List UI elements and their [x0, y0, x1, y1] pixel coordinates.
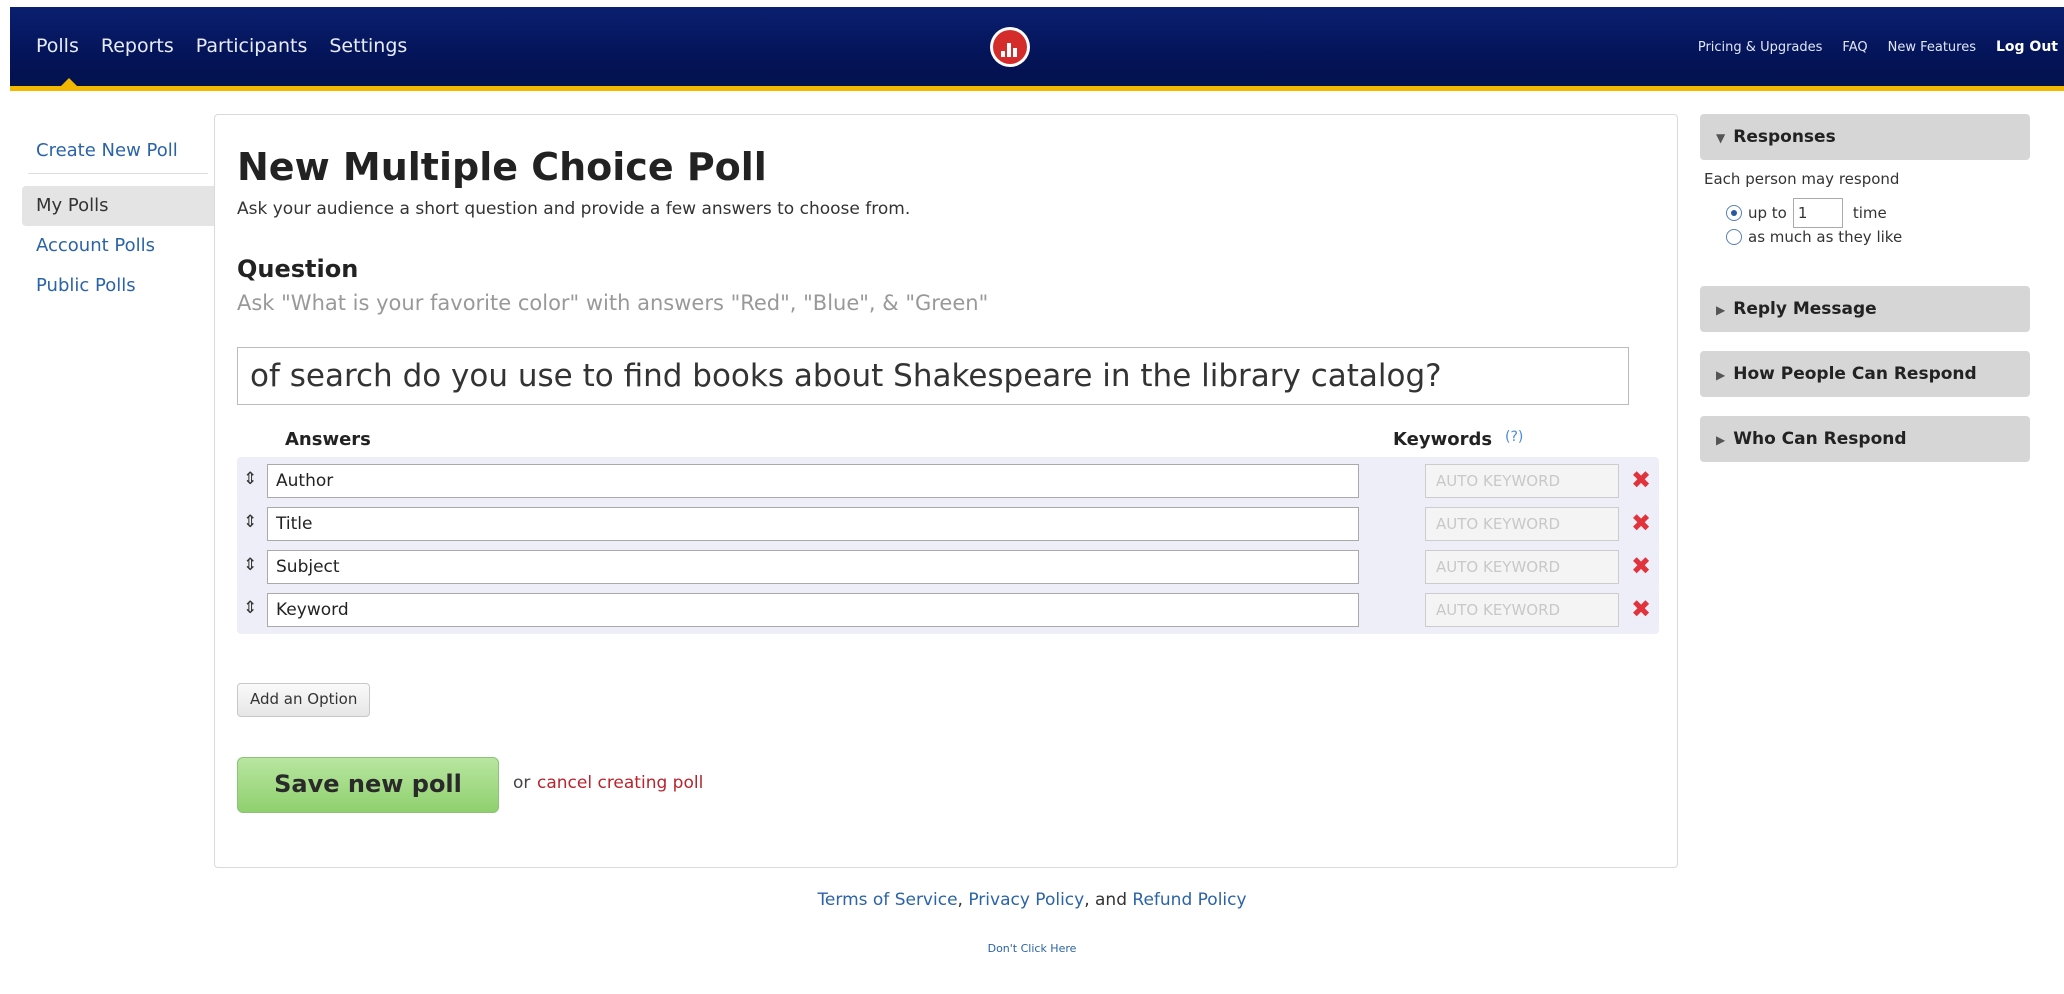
- answer-input[interactable]: Title: [267, 507, 1359, 541]
- who-respond-panel-header[interactable]: ▶ Who Can Respond: [1700, 416, 2030, 462]
- refund-link[interactable]: Refund Policy: [1132, 890, 1246, 910]
- footer-links: Terms of Service, Privacy Policy, and Re…: [0, 890, 2064, 910]
- collapsed-arrow-icon: ▶: [1716, 368, 1726, 382]
- logo-icon[interactable]: [990, 27, 1030, 67]
- privacy-link[interactable]: Privacy Policy: [968, 890, 1084, 910]
- primary-nav: Polls Reports Participants Settings: [36, 35, 429, 57]
- drag-handle-icon[interactable]: ⇕: [243, 555, 257, 575]
- keywords-header: Keywords: [1393, 429, 1493, 450]
- active-nav-pointer-icon: [56, 78, 82, 91]
- keyword-input[interactable]: AUTO KEYWORD: [1425, 593, 1619, 627]
- terms-link[interactable]: Terms of Service: [817, 890, 957, 910]
- each-person-text: Each person may respond: [1704, 170, 1900, 188]
- nav-settings[interactable]: Settings: [329, 35, 407, 57]
- drag-handle-icon[interactable]: ⇕: [243, 598, 257, 618]
- nav-new-features[interactable]: New Features: [1888, 40, 1976, 55]
- keyword-input[interactable]: AUTO KEYWORD: [1425, 464, 1619, 498]
- delete-answer-icon[interactable]: ✖: [1631, 466, 1651, 494]
- answer-row: ⇕ Title AUTO KEYWORD ✖: [237, 500, 1659, 548]
- collapsed-arrow-icon: ▶: [1716, 433, 1726, 447]
- up-to-option: up to 1 time: [1726, 198, 1887, 228]
- left-sidebar: Create New Poll My Polls Account Polls P…: [22, 140, 214, 306]
- top-navigation-bar: Polls Reports Participants Settings Pric…: [10, 7, 2064, 91]
- as-much-radio[interactable]: [1726, 229, 1742, 245]
- times-input[interactable]: 1: [1792, 198, 1843, 228]
- dont-click-link[interactable]: Don't Click Here: [988, 942, 1077, 955]
- as-much-label: as much as they like: [1748, 228, 1903, 246]
- answer-input[interactable]: Keyword: [267, 593, 1359, 627]
- question-input[interactable]: of search do you use to find books about…: [237, 347, 1629, 405]
- poll-form-card: New Multiple Choice Poll Ask your audien…: [214, 114, 1678, 868]
- page-subtitle: Ask your audience a short question and p…: [237, 199, 911, 219]
- time-label: time: [1852, 204, 1887, 222]
- expanded-arrow-icon: ▼: [1716, 131, 1726, 145]
- nav-polls[interactable]: Polls: [36, 35, 79, 57]
- up-to-label: up to: [1748, 204, 1787, 222]
- how-respond-title: How People Can Respond: [1733, 364, 1977, 384]
- who-respond-title: Who Can Respond: [1733, 429, 1907, 449]
- responses-panel-header[interactable]: ▼ Responses: [1700, 114, 2030, 160]
- collapsed-arrow-icon: ▶: [1716, 303, 1726, 317]
- delete-answer-icon[interactable]: ✖: [1631, 509, 1651, 537]
- nav-logout[interactable]: Log Out: [1996, 39, 2058, 55]
- answer-row: ⇕ Subject AUTO KEYWORD ✖: [237, 543, 1659, 591]
- how-respond-panel-header[interactable]: ▶ How People Can Respond: [1700, 351, 2030, 397]
- nav-reports[interactable]: Reports: [101, 35, 174, 57]
- add-option-button[interactable]: Add an Option: [237, 683, 371, 717]
- answer-row: ⇕ Author AUTO KEYWORD ✖: [237, 457, 1659, 505]
- question-label: Question: [237, 255, 359, 283]
- answers-header: Answers: [285, 429, 371, 450]
- answer-input[interactable]: Subject: [267, 550, 1359, 584]
- delete-answer-icon[interactable]: ✖: [1631, 552, 1651, 580]
- delete-answer-icon[interactable]: ✖: [1631, 595, 1651, 623]
- footer-secondary: Don't Click Here: [0, 942, 2064, 955]
- create-new-poll-link[interactable]: Create New Poll: [22, 140, 214, 161]
- keyword-input[interactable]: AUTO KEYWORD: [1425, 507, 1619, 541]
- cancel-link[interactable]: cancel creating poll: [537, 773, 703, 793]
- or-text: or: [513, 773, 531, 793]
- drag-handle-icon[interactable]: ⇕: [243, 469, 257, 489]
- page-title: New Multiple Choice Poll: [237, 145, 767, 189]
- as-much-option: as much as they like: [1726, 228, 1902, 246]
- nav-pricing[interactable]: Pricing & Upgrades: [1698, 40, 1823, 55]
- answer-row: ⇕ Keyword AUTO KEYWORD ✖: [237, 586, 1659, 634]
- sidebar-item-public-polls[interactable]: Public Polls: [22, 266, 214, 306]
- reply-message-title: Reply Message: [1733, 299, 1877, 319]
- footer-comma: ,: [957, 890, 963, 910]
- keywords-help-link[interactable]: (?): [1505, 429, 1523, 445]
- question-hint: Ask "What is your favorite color" with a…: [237, 291, 989, 315]
- save-poll-button[interactable]: Save new poll: [237, 757, 499, 813]
- logo-bars: [1001, 43, 1017, 57]
- drag-handle-icon[interactable]: ⇕: [243, 512, 257, 532]
- nav-participants[interactable]: Participants: [196, 35, 308, 57]
- sidebar-divider: [28, 173, 208, 174]
- answer-input[interactable]: Author: [267, 464, 1359, 498]
- reply-message-panel-header[interactable]: ▶ Reply Message: [1700, 286, 2030, 332]
- secondary-nav: Pricing & Upgrades FAQ New Features Log …: [1678, 39, 2058, 55]
- sidebar-item-my-polls[interactable]: My Polls: [22, 186, 214, 226]
- footer-and: , and: [1084, 890, 1127, 910]
- up-to-radio[interactable]: [1726, 205, 1742, 221]
- responses-title: Responses: [1733, 127, 1836, 147]
- keyword-input[interactable]: AUTO KEYWORD: [1425, 550, 1619, 584]
- nav-faq[interactable]: FAQ: [1842, 40, 1867, 55]
- sidebar-item-account-polls[interactable]: Account Polls: [22, 226, 214, 266]
